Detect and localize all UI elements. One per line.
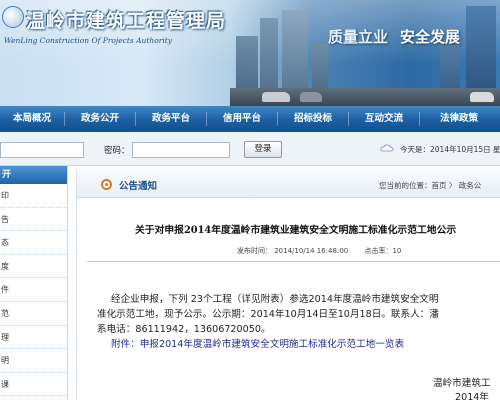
- publish-time: 发布时间： 2014/10/14 16:48:00: [237, 247, 349, 255]
- login-button[interactable]: 登录: [244, 141, 282, 158]
- header-banner: 温岭市建筑工程管理局 WenLing Construction Of Proje…: [0, 0, 500, 106]
- sidebar-item[interactable]: 理: [0, 326, 67, 350]
- bullet-circle-icon: [101, 179, 112, 190]
- main-content: 公告通知 您当前的位置：首页 〉 政务公 关于对申报2014年度温岭市建筑业建筑…: [76, 170, 500, 400]
- slogan-left: 质量立业: [328, 28, 389, 46]
- breadcrumb[interactable]: 您当前的位置：首页 〉 政务公: [379, 180, 481, 191]
- password-label: 密码：: [104, 146, 130, 156]
- nav-item-gov-public[interactable]: 政务公开: [65, 106, 135, 132]
- sidebar-item[interactable]: 态: [0, 231, 67, 255]
- slogan-right: 安全发展: [400, 28, 461, 46]
- article-paragraph: 经企业申报，下列 23个工程（详见附表）参选2014年度温岭市建筑安全文明: [111, 294, 439, 305]
- nav-item-interaction[interactable]: 互动交流: [349, 106, 419, 132]
- article-title: 关于对申报2014年度温岭市建筑业建筑安全文明施工标准化示范工地公示: [135, 225, 457, 236]
- nav-item-law-policy[interactable]: 法律政策: [420, 106, 498, 132]
- sidebar-item[interactable]: 度: [0, 255, 67, 279]
- sidebar-item[interactable]: 件: [0, 278, 67, 302]
- password-input[interactable]: [132, 142, 230, 158]
- sidebar-item[interactable]: 明: [0, 349, 67, 373]
- nav-item-gov-platform[interactable]: 政务平台: [136, 106, 206, 132]
- sidebar-item[interactable]: 印: [0, 184, 67, 208]
- signature: 温岭市建筑工: [433, 378, 491, 389]
- section-header: 公告通知 您当前的位置：首页 〉 政务公: [77, 170, 500, 198]
- attachment-link[interactable]: 附件：申报2014年度温岭市建筑安全文明施工标准化示范工地一览表: [111, 336, 404, 350]
- main-nav: 本局概况 政务公开 政务平台 信用平台 招标投标 互动交流 法律政策: [0, 106, 500, 132]
- section-title: 公告通知: [119, 181, 158, 192]
- sidebar-item[interactable]: 告: [0, 208, 67, 232]
- login-bar: 密码： 登录 今天是：2014年10月15日 星: [0, 132, 500, 166]
- banner-car: [470, 92, 494, 102]
- site-subtitle: WenLing Construction Of Projects Authori…: [4, 36, 172, 45]
- article-meta: 发布时间： 2014/10/14 16:48:00 点击率：10: [237, 246, 415, 256]
- divider: [87, 261, 500, 262]
- nav-item-credit-platform[interactable]: 信用平台: [207, 106, 277, 132]
- sidebar-header: 开: [0, 166, 67, 184]
- username-input[interactable]: [0, 142, 84, 158]
- today-date: 今天是：2014年10月15日 星: [400, 145, 500, 154]
- left-sidebar: 开 印 告 态 度 件 范 理 明 课: [0, 166, 68, 400]
- signature-date: 2014年: [455, 392, 490, 400]
- hit-count: 点击率：10: [364, 247, 402, 255]
- sidebar-item[interactable]: 课: [0, 373, 67, 397]
- site-title: 温岭市建筑工程管理局: [26, 10, 227, 32]
- sidebar-item[interactable]: 范: [0, 302, 67, 326]
- nav-item-bidding[interactable]: 招标投标: [278, 106, 348, 132]
- banner-car: [300, 92, 322, 102]
- banner-car: [262, 92, 290, 102]
- article-paragraph: 准化示范工地，现予公示。公示期：2014年10月14日至10月18日。联系人：潘: [97, 309, 439, 320]
- slogan: 质量立业 安全发展: [328, 26, 460, 47]
- article-paragraph: 系电话：86111942，13606720050。: [97, 324, 271, 335]
- weather-cloud-icon: [380, 144, 394, 152]
- logo-icon: [2, 6, 24, 28]
- nav-item-overview[interactable]: 本局概况: [0, 106, 64, 132]
